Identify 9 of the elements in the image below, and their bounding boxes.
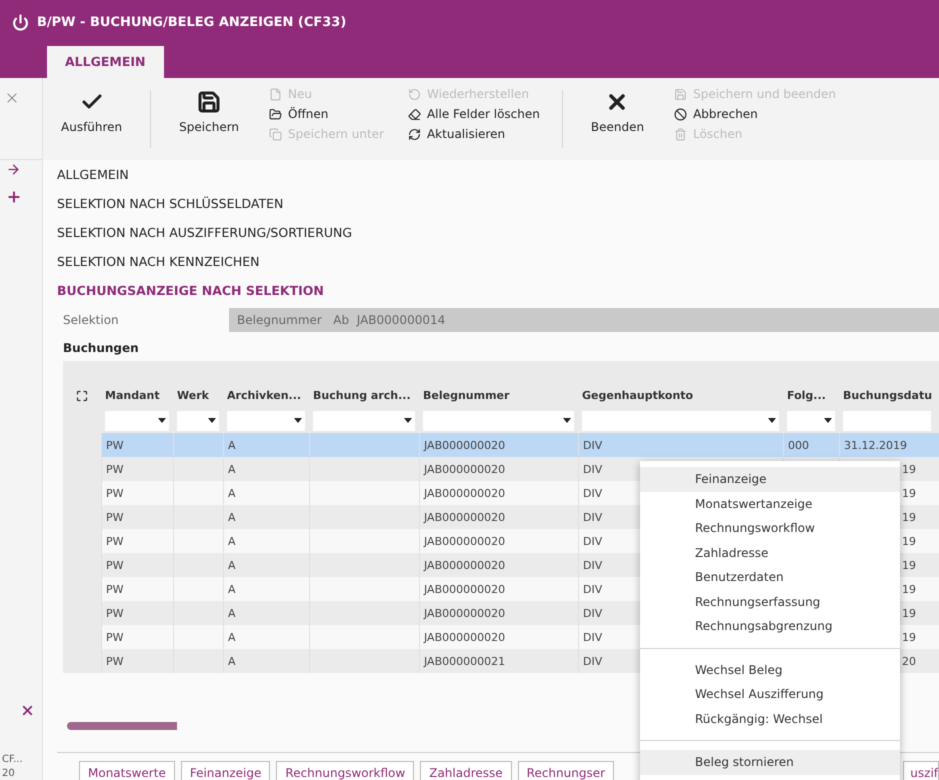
window-title: B/PW - BUCHUNG/BELEG ANZEIGEN (CF33) [37, 14, 346, 30]
table-cell: JAB000000021 [419, 649, 578, 673]
table-cell: PW [101, 649, 173, 673]
table-cell: A [223, 649, 309, 673]
selection-field: Belegnummer Ab JAB000000014 [229, 308, 939, 332]
sidebar-text: 20 [2, 768, 16, 780]
sidebar-text: CF... [2, 754, 24, 766]
table-title: Buchungen [62, 340, 140, 357]
field-label: Selektion [62, 313, 120, 327]
